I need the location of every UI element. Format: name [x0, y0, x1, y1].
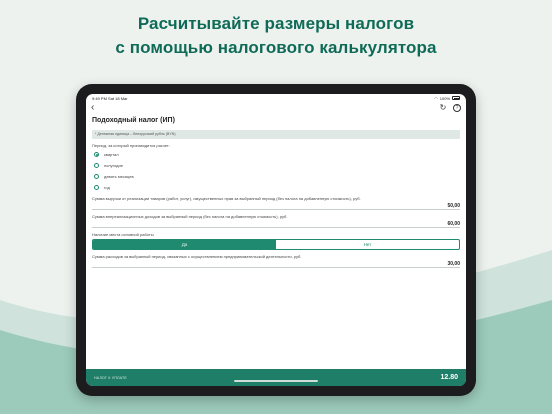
non-operating-income-input[interactable]: 60,00 [92, 219, 460, 228]
segment-yes[interactable]: Да [93, 240, 276, 249]
radio-half-year[interactable]: полугодие [86, 160, 466, 170]
home-indicator[interactable] [234, 380, 318, 382]
revenue-input[interactable]: 50,00 [92, 201, 460, 210]
refresh-icon[interactable]: ↻ [439, 104, 447, 112]
currency-note: * Денежная единица – белорусский рубль (… [92, 130, 460, 139]
main-workplace-label: Наличие места основной работы [92, 232, 154, 237]
main-workplace-field: Наличие места основной работы Да Нет [86, 232, 466, 250]
radio-button[interactable] [94, 184, 99, 190]
radio-button[interactable] [94, 173, 99, 179]
headline-line-1: Расчитывайте размеры налогов [137, 14, 415, 33]
radio-year[interactable]: год [86, 182, 466, 192]
non-operating-income-field: Сумма внереализационных доходов за выбра… [86, 214, 466, 228]
radio-label: полугодие [104, 162, 123, 168]
segment-no[interactable]: Нет [276, 240, 459, 249]
expenses-input[interactable]: 30,00 [92, 259, 460, 268]
page-title: Подоходный налог (ИП) [92, 117, 175, 124]
app-screen: 9:49 PM Sat 18 Mar ◠ 100% ‹ ↻ ? Подоходн… [86, 94, 466, 386]
chevron-left-icon[interactable]: ‹ [91, 103, 94, 113]
nav-bar: ‹ ↻ ? [86, 102, 466, 114]
status-battery: 100% [439, 95, 450, 101]
status-time: 9:49 PM [92, 95, 107, 101]
revenue-field: Сумма выручки от реализации товаров (раб… [86, 196, 466, 210]
headline-line-2: с помощью налогового калькулятора [115, 38, 437, 57]
tablet-frame: 9:49 PM Sat 18 Mar ◠ 100% ‹ ↻ ? Подоходн… [76, 84, 476, 396]
battery-icon [452, 96, 460, 100]
radio-label: квартал [104, 151, 119, 157]
radio-label: год [104, 184, 110, 190]
radio-nine-months[interactable]: девять месяцев [86, 171, 466, 181]
tax-due-value: 12.80 [440, 374, 458, 381]
help-icon[interactable]: ? [453, 104, 461, 112]
status-date: Sat 18 Mar [108, 95, 128, 101]
status-bar: 9:49 PM Sat 18 Mar ◠ 100% [86, 94, 466, 102]
radio-button-selected[interactable] [94, 151, 99, 157]
promo-headline: Расчитывайте размеры налогов с помощью н… [0, 12, 552, 60]
tax-due-label: НАЛОГ К УПЛАТЕ [94, 375, 127, 380]
tax-total-bar: НАЛОГ К УПЛАТЕ 12.80 [86, 369, 466, 386]
expenses-field: Сумма расходов за выбранный период, связ… [86, 254, 466, 268]
radio-button[interactable] [94, 162, 99, 168]
wifi-icon: ◠ [434, 95, 438, 101]
period-label: Период, за который производится расчет: [92, 143, 170, 148]
radio-label: девять месяцев [104, 173, 134, 179]
radio-quarter[interactable]: квартал [86, 149, 466, 159]
main-workplace-segmented-control: Да Нет [92, 239, 460, 250]
